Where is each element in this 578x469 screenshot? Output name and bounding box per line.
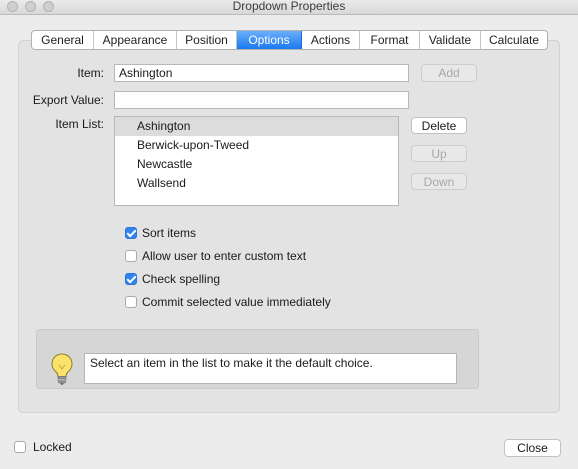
commit-immediately-checkbox[interactable]	[125, 296, 137, 308]
tab-appearance[interactable]: Appearance	[94, 31, 177, 49]
item-list[interactable]: Ashington Berwick-upon-Tweed Newcastle W…	[114, 116, 399, 206]
locked-label: Locked	[33, 440, 72, 454]
export-value-label: Export Value:	[32, 93, 104, 107]
commit-immediately-option[interactable]: Commit selected value immediately	[125, 295, 331, 309]
locked-checkbox[interactable]	[14, 441, 26, 453]
commit-immediately-label: Commit selected value immediately	[142, 295, 331, 309]
tab-calculate[interactable]: Calculate	[481, 31, 547, 49]
tab-actions[interactable]: Actions	[302, 31, 360, 49]
sort-items-checkbox[interactable]	[125, 227, 137, 239]
export-value-input[interactable]	[114, 91, 409, 109]
check-spelling-checkbox[interactable]	[125, 273, 137, 285]
tab-general[interactable]: General	[32, 31, 94, 49]
delete-button[interactable]: Delete	[411, 117, 467, 134]
up-button[interactable]: Up	[411, 145, 467, 162]
item-list-label: Item List:	[55, 117, 104, 131]
tab-position[interactable]: Position	[177, 31, 237, 49]
custom-text-option[interactable]: Allow user to enter custom text	[125, 249, 306, 263]
tab-bar: General Appearance Position Options Acti…	[31, 30, 548, 50]
check-spelling-option[interactable]: Check spelling	[125, 272, 220, 286]
check-spelling-label: Check spelling	[142, 272, 221, 286]
sort-items-label: Sort items	[142, 226, 197, 240]
sort-items-option[interactable]: Sort items	[125, 226, 196, 240]
list-item[interactable]: Berwick-upon-Tweed	[115, 136, 398, 155]
locked-option[interactable]: Locked	[14, 440, 72, 454]
list-item[interactable]: Newcastle	[115, 155, 398, 174]
tab-validate[interactable]: Validate	[420, 31, 481, 49]
down-button[interactable]: Down	[411, 173, 467, 190]
custom-text-checkbox[interactable]	[125, 250, 137, 262]
title-bar: Dropdown Properties	[0, 0, 578, 15]
custom-text-label: Allow user to enter custom text	[142, 249, 307, 263]
tab-format[interactable]: Format	[360, 31, 420, 49]
close-button[interactable]: Close	[504, 439, 561, 457]
add-button[interactable]: Add	[421, 64, 477, 82]
hint-text: Select an item in the list to make it th…	[84, 353, 457, 384]
list-item[interactable]: Ashington	[115, 117, 398, 136]
tab-options[interactable]: Options	[237, 31, 302, 49]
window-title: Dropdown Properties	[232, 0, 346, 13]
lightbulb-icon	[51, 353, 73, 385]
item-label: Item:	[77, 66, 104, 80]
item-input[interactable]	[114, 64, 409, 82]
list-item[interactable]: Wallsend	[115, 174, 398, 193]
